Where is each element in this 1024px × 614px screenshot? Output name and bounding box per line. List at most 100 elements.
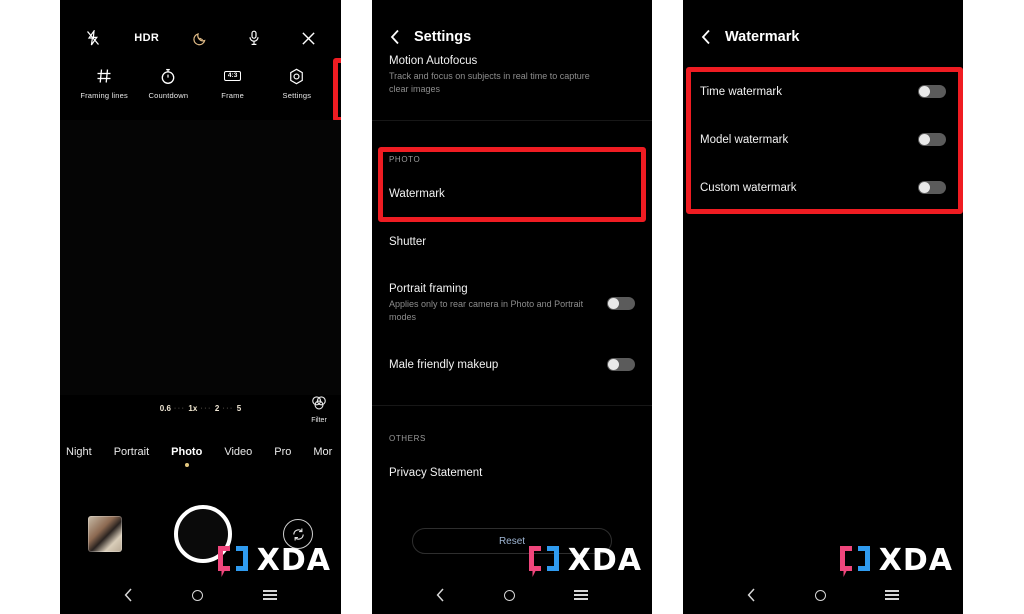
nav-back-icon[interactable]: [124, 588, 133, 602]
privacy-statement-label: Privacy Statement: [389, 467, 483, 479]
nav-home-icon[interactable]: [503, 589, 515, 601]
nav-back-icon[interactable]: [747, 588, 756, 602]
filter-label: Filter: [311, 417, 327, 424]
shutter-label: Shutter: [389, 236, 427, 248]
camera-mode-selector[interactable]: Night Portrait Photo Video Pro Mor: [60, 446, 341, 458]
flash-off-icon[interactable]: [80, 28, 106, 48]
watermark-appbar: Watermark: [683, 20, 963, 54]
zoom-dots: ···: [222, 405, 234, 412]
xda-wordmark: XDA: [878, 542, 953, 578]
camera-tools-row: Framing lines Countdown 4:3 Frame Settin…: [60, 66, 341, 100]
settings-tool[interactable]: Settings: [265, 66, 329, 100]
back-chevron-icon[interactable]: [701, 29, 711, 45]
xda-wordmark: XDA: [256, 542, 331, 578]
nav-recents-icon[interactable]: [574, 590, 589, 600]
xda-watermark: XDA: [215, 542, 331, 578]
filter-button[interactable]: Filter: [311, 396, 327, 424]
watermark-title: Watermark: [725, 29, 800, 45]
settings-label: Settings: [282, 91, 312, 100]
framing-lines-label: Framing lines: [80, 91, 128, 100]
time-watermark-label: Time watermark: [700, 85, 782, 98]
settings-title: Settings: [414, 29, 472, 45]
android-navigation-bar: [60, 582, 341, 608]
watermark-panel: Watermark Time watermark Model watermark…: [683, 0, 963, 614]
xda-watermark: XDA: [837, 542, 953, 578]
nav-home-icon[interactable]: [192, 589, 204, 601]
aspect-ratio-icon: 4:3: [223, 66, 242, 86]
mode-night[interactable]: Night: [66, 446, 92, 458]
model-watermark-label: Model watermark: [700, 133, 789, 146]
row-custom-watermark[interactable]: Custom watermark: [683, 181, 963, 194]
divider: [372, 120, 652, 121]
gear-icon: [288, 66, 305, 86]
aspect-ratio-value: 4:3: [223, 70, 242, 82]
night-mode-icon[interactable]: [188, 28, 214, 48]
countdown-tool[interactable]: Countdown: [136, 66, 200, 100]
viewfinder-preview[interactable]: [60, 120, 341, 395]
mode-more[interactable]: Mor: [313, 446, 332, 458]
row-watermark[interactable]: Watermark: [372, 188, 652, 200]
motion-autofocus-title: Motion Autofocus: [389, 55, 478, 67]
row-shutter[interactable]: Shutter: [372, 236, 652, 248]
model-watermark-toggle[interactable]: [918, 133, 946, 146]
row-motion-autofocus[interactable]: Motion Autofocus Track and focus on subj…: [372, 55, 652, 96]
microphone-icon[interactable]: [241, 28, 267, 48]
watermark-label: Watermark: [389, 188, 445, 200]
others-section-header: OTHERS: [372, 434, 652, 443]
close-icon[interactable]: [295, 28, 321, 48]
others-section-label: OTHERS: [389, 434, 426, 443]
xda-watermark: XDA: [526, 542, 642, 578]
back-chevron-icon[interactable]: [390, 29, 400, 45]
nav-recents-icon[interactable]: [885, 590, 900, 600]
custom-watermark-label: Custom watermark: [700, 181, 797, 194]
row-time-watermark[interactable]: Time watermark: [683, 85, 963, 98]
xda-wordmark: XDA: [567, 542, 642, 578]
settings-appbar: Settings: [372, 20, 652, 54]
row-privacy-statement[interactable]: Privacy Statement: [372, 467, 652, 479]
settings-panel: Settings Motion Autofocus Track and focu…: [372, 0, 652, 614]
time-watermark-toggle[interactable]: [918, 85, 946, 98]
male-makeup-toggle[interactable]: [607, 358, 635, 371]
zoom-level-selector[interactable]: 0.6 ··· 1x ··· 2 ··· 5: [60, 404, 341, 413]
frame-label: Frame: [221, 91, 244, 100]
photo-section-header: PHOTO: [372, 155, 652, 164]
row-male-makeup[interactable]: Male friendly makeup: [372, 358, 652, 371]
android-navigation-bar: [372, 582, 652, 608]
mode-photo[interactable]: Photo: [171, 446, 202, 458]
zoom-option-1[interactable]: 1x: [188, 404, 197, 413]
mode-video[interactable]: Video: [224, 446, 252, 458]
zoom-dots: ···: [200, 405, 212, 412]
motion-autofocus-subtitle: Track and focus on subjects in real time…: [389, 71, 590, 95]
nav-home-icon[interactable]: [814, 589, 826, 601]
android-navigation-bar: [683, 582, 963, 608]
filter-icon: [311, 396, 327, 415]
row-portrait-framing[interactable]: Portrait framing Applies only to rear ca…: [372, 283, 652, 324]
row-model-watermark[interactable]: Model watermark: [683, 133, 963, 146]
nav-recents-icon[interactable]: [263, 590, 278, 600]
zoom-dots: ···: [173, 405, 186, 412]
mode-pro[interactable]: Pro: [274, 446, 291, 458]
grid-icon: [96, 66, 112, 86]
countdown-label: Countdown: [148, 91, 189, 100]
gallery-thumbnail[interactable]: [88, 516, 122, 552]
mode-portrait[interactable]: Portrait: [114, 446, 149, 458]
xda-bracket-icon: [526, 542, 562, 578]
frame-tool[interactable]: 4:3 Frame: [201, 66, 265, 100]
nav-back-icon[interactable]: [436, 588, 445, 602]
photo-section-label: PHOTO: [389, 155, 421, 164]
zoom-option-0[interactable]: 0.6: [160, 404, 171, 413]
framing-lines-tool[interactable]: Framing lines: [72, 66, 136, 100]
male-makeup-title: Male friendly makeup: [389, 358, 499, 371]
xda-bracket-icon: [837, 542, 873, 578]
xda-bracket-icon: [215, 542, 251, 578]
portrait-framing-toggle[interactable]: [607, 297, 635, 311]
portrait-framing-subtitle: Applies only to rear camera in Photo and…: [389, 299, 584, 323]
hdr-icon[interactable]: HDR: [134, 28, 160, 48]
camera-top-toolbar: HDR: [60, 28, 341, 48]
portrait-framing-title: Portrait framing: [389, 283, 468, 295]
timer-icon: [160, 66, 176, 86]
zoom-option-2[interactable]: 2: [215, 404, 219, 413]
custom-watermark-toggle[interactable]: [918, 181, 946, 194]
zoom-option-3[interactable]: 5: [237, 404, 241, 413]
divider: [372, 405, 652, 406]
